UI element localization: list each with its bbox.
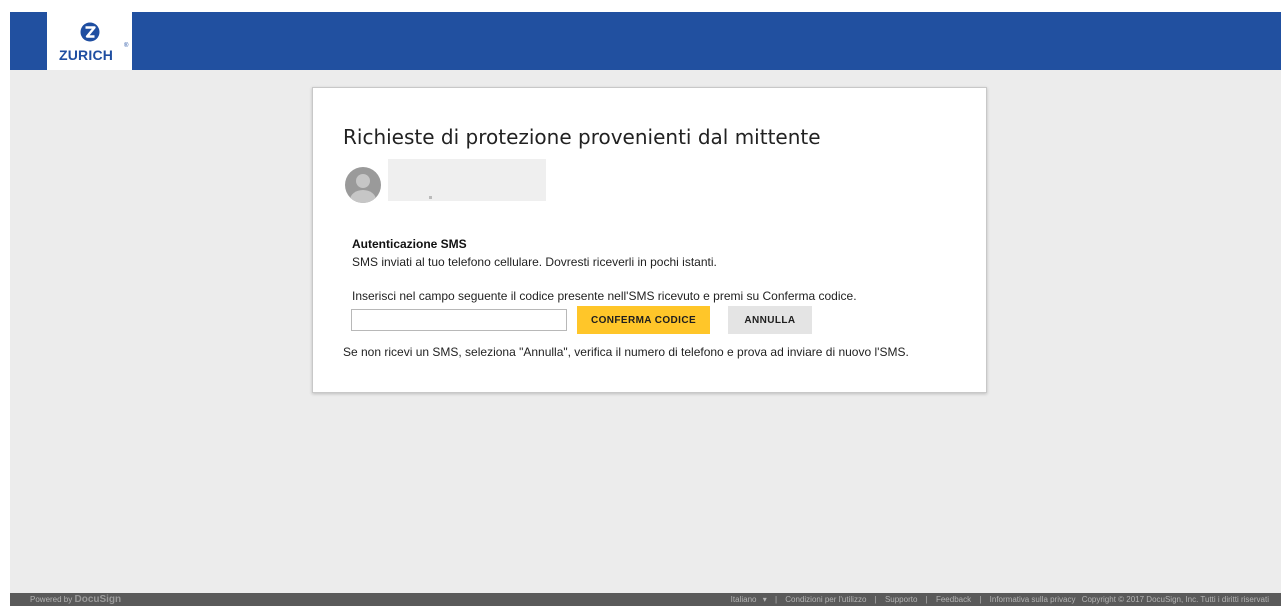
sms-auth-heading: Autenticazione SMS xyxy=(352,237,467,251)
footer-divider: | xyxy=(925,595,928,604)
footer-divider: | xyxy=(979,595,982,604)
confirm-code-button[interactable]: CONFERMA CODICE xyxy=(577,306,710,334)
footer-divider: | xyxy=(874,595,877,604)
resend-note: Se non ricevi un SMS, seleziona "Annulla… xyxy=(343,345,909,359)
header-bar: ZURICH ® xyxy=(10,12,1281,70)
footer-link-support[interactable]: Supporto xyxy=(885,595,917,604)
redacted-artifact xyxy=(429,196,432,199)
cancel-button[interactable]: ANNULLA xyxy=(728,306,812,334)
footer-link-terms[interactable]: Condizioni per l'utilizzo xyxy=(785,595,866,604)
avatar-body-icon xyxy=(350,190,376,203)
sender-avatar xyxy=(345,167,381,203)
sms-auth-description: SMS inviati al tuo telefono cellulare. D… xyxy=(352,255,717,269)
authentication-card: Richieste di protezione provenienti dal … xyxy=(312,87,987,393)
footer-link-feedback[interactable]: Feedback xyxy=(936,595,971,604)
zurich-z-icon xyxy=(80,22,100,42)
footer-divider: | xyxy=(774,595,778,604)
language-selector[interactable]: Italiano ▾ xyxy=(727,595,769,604)
footer-links: Italiano ▾ | Condizioni per l'utilizzo |… xyxy=(723,593,1269,606)
avatar-head-icon xyxy=(356,174,370,188)
page-frame: ZURICH ® Richieste di protezione proveni… xyxy=(10,12,1281,606)
footer-link-privacy[interactable]: Informativa sulla privacy xyxy=(990,595,1076,604)
registered-mark: ® xyxy=(124,43,129,49)
powered-by-label: Powered by xyxy=(30,595,73,604)
sms-code-input[interactable] xyxy=(351,309,567,331)
logo-text: ZURICH xyxy=(59,47,114,63)
zurich-logo: ZURICH ® xyxy=(47,12,132,70)
powered-by: Powered by DocuSign xyxy=(30,593,121,606)
chevron-down-icon: ▾ xyxy=(762,595,767,604)
page-title: Richieste di protezione provenienti dal … xyxy=(343,125,821,149)
language-label: Italiano xyxy=(730,595,757,604)
copyright: Copyright © 2017 DocuSign, Inc. Tutti i … xyxy=(1081,595,1269,604)
footer: Powered by DocuSign Italiano ▾ | Condizi… xyxy=(10,593,1281,606)
docusign-logo: DocuSign xyxy=(74,594,122,605)
redacted-sender-info xyxy=(388,159,546,201)
code-instructions: Inserisci nel campo seguente il codice p… xyxy=(352,289,857,303)
